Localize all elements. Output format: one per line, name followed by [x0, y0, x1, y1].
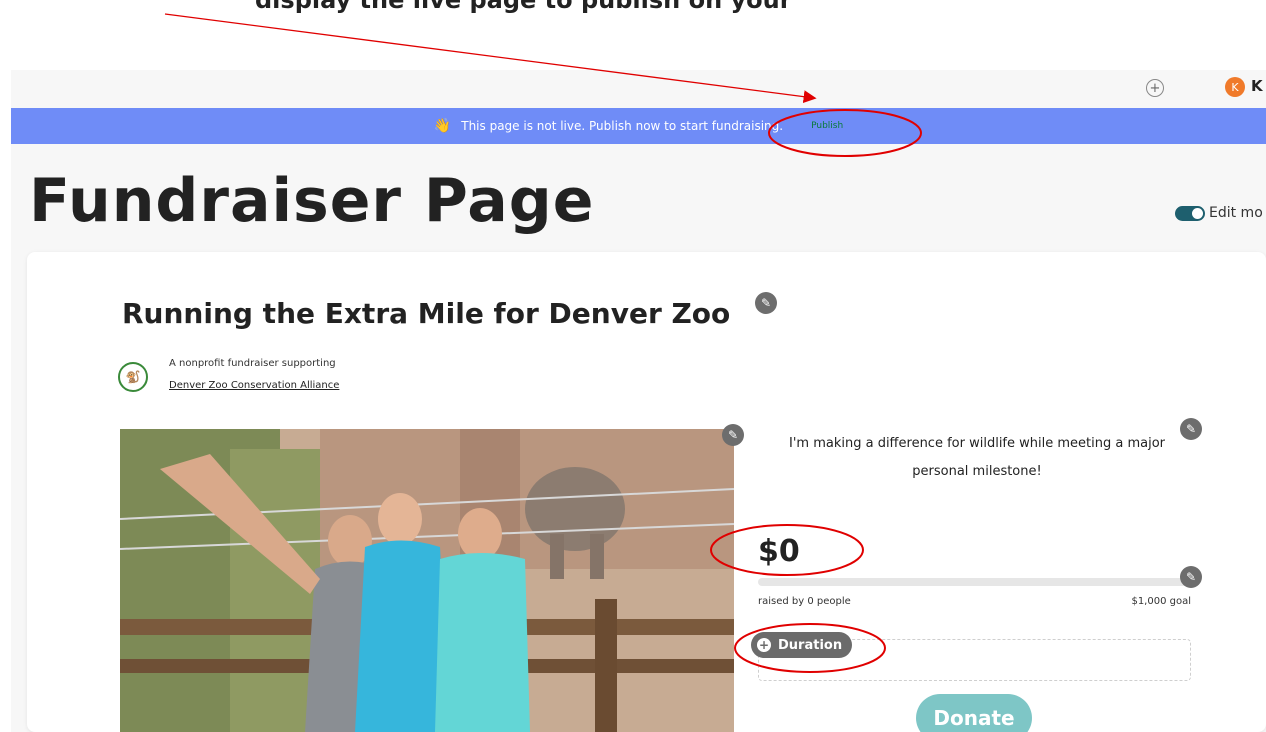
campaign-title: Running the Extra Mile for Denver Zoo: [122, 297, 731, 330]
edit-title-pencil-icon[interactable]: ✎: [755, 292, 777, 314]
campaign-photo: [120, 429, 734, 732]
campaign-story: I'm making a difference for wildlife whi…: [789, 436, 1165, 479]
toggle-switch[interactable]: [1175, 205, 1205, 221]
add-duration-button[interactable]: + Duration: [751, 632, 853, 658]
org-link[interactable]: Denver Zoo Conservation Alliance: [169, 380, 339, 391]
org-logo: 🐒: [118, 362, 148, 392]
edit-photo-pencil-icon[interactable]: ✎: [722, 424, 744, 446]
fundraiser-card: Running the Extra Mile for Denver Zoo ✎ …: [27, 252, 1266, 732]
banner-message: This page is not live. Publish now to st…: [461, 119, 784, 133]
raised-amount: $0: [758, 534, 800, 569]
top-bar: + K K: [11, 70, 1266, 108]
user-name[interactable]: K: [1251, 77, 1263, 95]
progress-bar: [758, 578, 1191, 586]
publish-link[interactable]: Publish: [811, 121, 843, 131]
waving-hand-icon: 👋: [433, 118, 452, 134]
plus-icon: +: [757, 638, 771, 652]
page-title: Fundraiser Page: [29, 166, 595, 236]
duration-label: Duration: [778, 637, 843, 653]
app-window: + K K 👋 This page is not live. Publish n…: [11, 70, 1266, 732]
plus-circle-icon[interactable]: +: [1146, 79, 1164, 97]
edit-mode-label: Edit mo: [1209, 205, 1263, 221]
top-caption: display the live page to publish on your: [0, 0, 1266, 60]
status-banner: 👋 This page is not live. Publish now to …: [11, 108, 1266, 144]
avatar[interactable]: K: [1225, 77, 1245, 97]
org-intro: A nonprofit fundraiser supporting: [169, 358, 336, 369]
edit-goal-pencil-icon[interactable]: ✎: [1180, 566, 1202, 588]
caption-text: display the live page to publish on your: [255, 0, 792, 14]
edit-mode-toggle[interactable]: Edit mo: [1175, 205, 1263, 221]
donate-button[interactable]: Donate: [916, 694, 1032, 732]
raised-by-count: raised by 0 people: [758, 596, 851, 607]
edit-story-pencil-icon[interactable]: ✎: [1180, 418, 1202, 440]
goal-amount: $1,000 goal: [1131, 596, 1191, 607]
campaign-photo-illustration: [120, 429, 734, 732]
